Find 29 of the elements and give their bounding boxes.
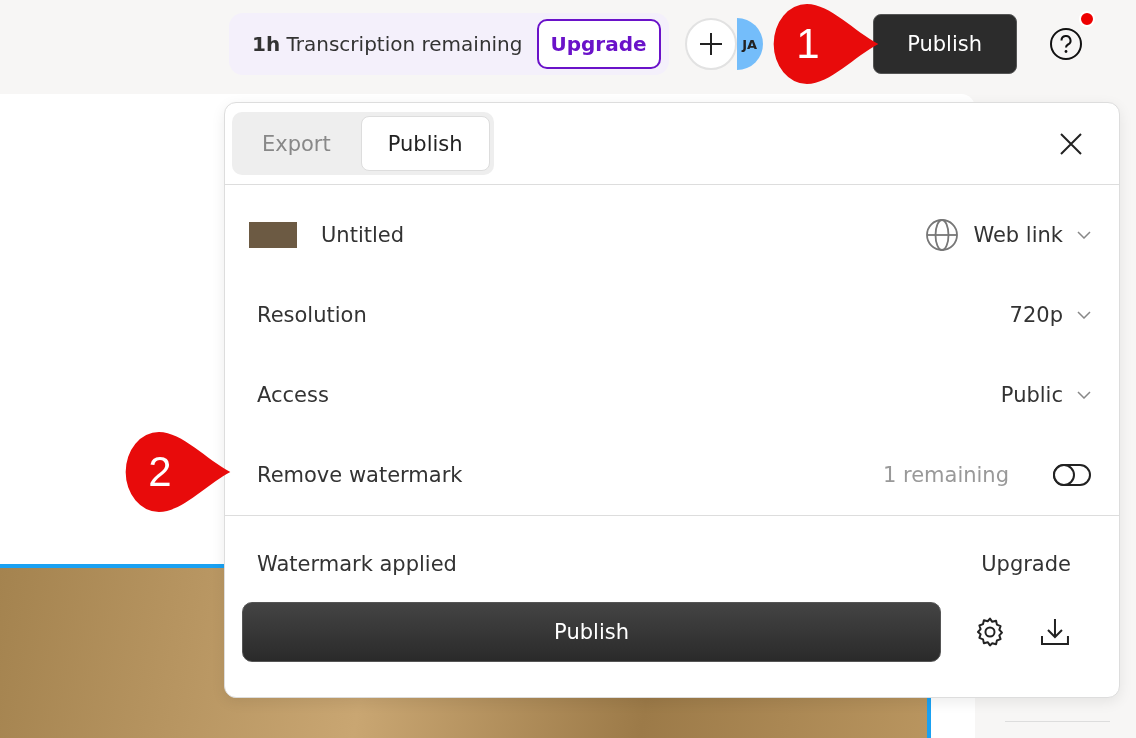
chevron-down-icon	[1077, 231, 1091, 239]
video-title: Untitled	[321, 223, 405, 247]
video-thumbnail	[249, 222, 297, 248]
publish-button[interactable]: Publish	[242, 602, 942, 662]
tab[interactable]: Publish	[360, 116, 490, 171]
share-type-dropdown[interactable]: Web link	[925, 218, 1091, 252]
publish-button[interactable]: Publish	[872, 14, 1017, 74]
setting-label: Access	[257, 383, 329, 407]
globe-icon	[925, 218, 960, 252]
chevron-down-icon	[1077, 311, 1091, 319]
setting-dropdown[interactable]: 720p	[1009, 303, 1091, 327]
plus-icon	[697, 31, 724, 57]
remaining-count: 1 remaining	[882, 463, 1009, 487]
chevron-down-icon	[1077, 391, 1091, 399]
setting-label: Remove watermark	[257, 463, 463, 487]
add-button[interactable]	[684, 18, 737, 70]
setting-dropdown[interactable]: Public	[1000, 383, 1091, 407]
help-icon[interactable]	[1048, 27, 1083, 61]
setting-label: Resolution	[257, 303, 367, 327]
watermark-status: Watermark applied	[257, 552, 457, 576]
transcription-remaining-text: 1h Transcription remaining	[252, 32, 523, 56]
upgrade-button[interactable]: Upgrade	[536, 19, 661, 69]
callout-badge: 2	[124, 430, 232, 514]
close-icon[interactable]	[1059, 131, 1083, 156]
upgrade-link[interactable]: Upgrade	[981, 552, 1071, 576]
toggle-switch[interactable]	[1053, 464, 1091, 486]
download-icon[interactable]	[1039, 616, 1071, 648]
user-avatar[interactable]: JA	[736, 18, 763, 70]
callout-badge: 1	[772, 2, 880, 86]
